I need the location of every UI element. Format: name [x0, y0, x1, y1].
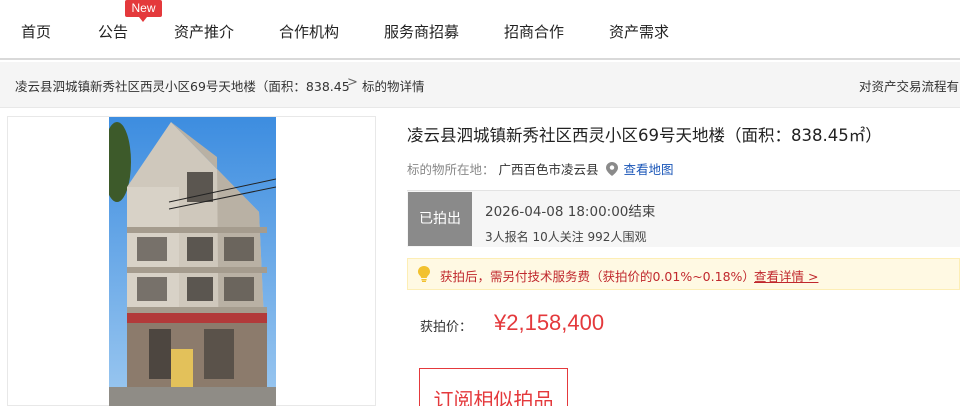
- notice-text: 获拍后，需另付技术服务费（获拍价的0.01%~0.18%）: [440, 269, 755, 284]
- breadcrumb-separator: >: [347, 75, 358, 90]
- page-title: 凌云县泗城镇新秀社区西灵小区69号天地楼（面积：838.45㎡）: [407, 126, 882, 145]
- new-badge: New: [125, 0, 162, 22]
- nav-item-home[interactable]: 首页: [21, 21, 51, 42]
- image-gallery: [7, 116, 376, 406]
- property-photo[interactable]: [109, 117, 276, 406]
- status-badge: 已拍出: [408, 192, 472, 246]
- auction-status-panel: 已拍出 2026-04-08 18:00:00结束 3人报名 10人关注 992…: [407, 190, 960, 247]
- view-details-link[interactable]: 查看详情 >: [754, 266, 818, 285]
- nav-item-partner-institutions[interactable]: 合作机构: [279, 21, 339, 42]
- breadcrumb-item-asset[interactable]: 凌云县泗城镇新秀社区西灵小区69号天地楼（面积：838.45: [15, 76, 350, 95]
- final-price-label: 获拍价：: [420, 320, 473, 335]
- nav-item-provider-recruitment[interactable]: 服务商招募: [384, 21, 459, 42]
- final-price-value: ¥2,158,400: [494, 310, 605, 335]
- map-pin-icon: [605, 162, 618, 176]
- location-value: 广西百色市凌云县: [498, 162, 599, 177]
- lightbulb-icon: [418, 266, 430, 282]
- location-label: 标的物所在地：: [407, 162, 495, 177]
- participation-stats: 3人报名 10人关注 992人围观: [485, 230, 647, 244]
- top-navigation: 首页 公告 New 资产推介 合作机构 服务商招募 招商合作 资产需求: [0, 0, 960, 60]
- view-map-link[interactable]: 查看地图: [623, 162, 673, 177]
- nav-item-asset-promotion[interactable]: 资产推介: [174, 21, 234, 42]
- process-help-link[interactable]: 对资产交易流程有: [859, 76, 959, 95]
- end-time: 2026-04-08 18:00:00结束: [485, 204, 656, 220]
- breadcrumb: 凌云县泗城镇新秀社区西灵小区69号天地楼（面积：838.45 > 标的物详情 对…: [0, 62, 960, 108]
- location-row: 标的物所在地： 广西百色市凌云县 查看地图: [407, 159, 674, 178]
- nav-item-announcements[interactable]: 公告: [98, 21, 128, 42]
- nav-item-investment-cooperation[interactable]: 招商合作: [504, 21, 564, 42]
- service-fee-notice: 获拍后，需另付技术服务费（获拍价的0.01%~0.18%） 查看详情 >: [407, 258, 960, 290]
- subscribe-similar-button[interactable]: 订阅相似拍品: [419, 368, 568, 406]
- breadcrumb-item-detail: 标的物详情: [362, 79, 425, 94]
- nav-item-asset-demand[interactable]: 资产需求: [609, 21, 669, 42]
